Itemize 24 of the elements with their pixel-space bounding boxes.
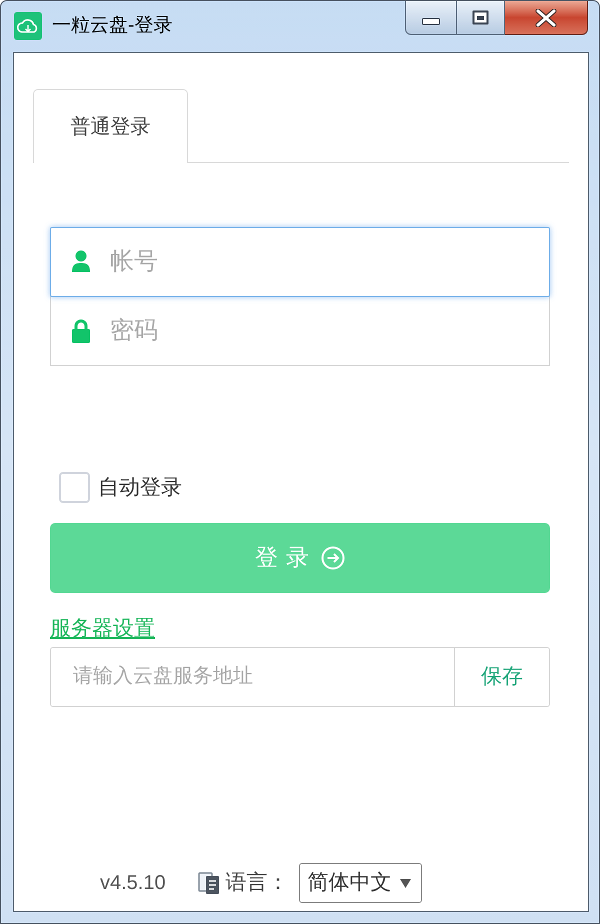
password-field[interactable]: 密码: [50, 296, 550, 366]
lock-icon: [71, 319, 91, 343]
server-settings-link[interactable]: 服务器设置: [50, 616, 155, 642]
auto-login-label: 自动登录: [98, 475, 182, 501]
login-button[interactable]: 登录: [50, 522, 550, 592]
checkbox[interactable]: [59, 472, 90, 504]
tab[interactable]: 普通登录: [33, 89, 188, 163]
close-icon: [535, 8, 557, 26]
language-select[interactable]: 简体中文: [298, 863, 422, 903]
minimize-icon: [422, 18, 440, 25]
dropdown-caret-icon: [400, 878, 411, 888]
language-label: 语言：: [226, 870, 289, 896]
maximize-icon: [472, 10, 489, 25]
documents-icon: [198, 871, 220, 895]
maximize-button[interactable]: [457, 1, 505, 35]
server-address-field[interactable]: 请输入云盘服务地址: [50, 646, 455, 706]
save-button[interactable]: 保存: [455, 646, 550, 706]
close-button[interactable]: [505, 1, 588, 35]
version-label: v4.5.10: [100, 871, 166, 896]
account-field[interactable]: 帐号: [50, 227, 550, 297]
person-icon: [71, 250, 91, 274]
minimize-button[interactable]: [405, 1, 457, 35]
window-title: 一粒云盘-登录: [52, 14, 172, 38]
cloud-logo-icon: [14, 12, 42, 40]
